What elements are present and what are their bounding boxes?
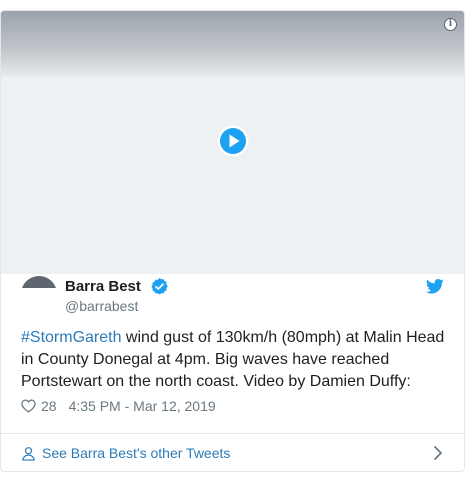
avatar[interactable] [21, 276, 57, 288]
hashtag-link[interactable]: #StormGareth [21, 329, 121, 346]
tweet-meta: 28 4:35 PM - Mar 12, 2019 [21, 396, 216, 416]
tweet-header: Barra Best @barrabest [0, 274, 465, 320]
like-count[interactable]: 28 [41, 398, 57, 414]
person-icon [22, 446, 35, 461]
footer-divider [0, 433, 465, 434]
heart-icon[interactable] [21, 399, 36, 413]
author-name[interactable]: Barra Best [65, 278, 141, 295]
other-tweets-link[interactable]: See Barra Best's other Tweets [21, 443, 230, 463]
play-icon[interactable] [217, 125, 249, 157]
tweet-timestamp[interactable]: 4:35 PM - Mar 12, 2019 [69, 398, 216, 414]
info-glyph: i [448, 19, 453, 29]
chevron-right-icon[interactable] [433, 445, 443, 461]
author-handle[interactable]: @barrabest [65, 298, 138, 314]
twitter-bird-icon[interactable] [426, 279, 444, 294]
verified-badge-icon [151, 278, 168, 295]
tweet-text: #StormGareth wind gust of 130km/h (80mph… [21, 327, 451, 393]
info-icon[interactable]: i [444, 18, 457, 31]
video-player[interactable]: i [1, 11, 464, 274]
other-tweets-label: See Barra Best's other Tweets [42, 445, 231, 461]
avatar-image [21, 276, 57, 288]
video-frame-horizon [1, 73, 464, 74]
